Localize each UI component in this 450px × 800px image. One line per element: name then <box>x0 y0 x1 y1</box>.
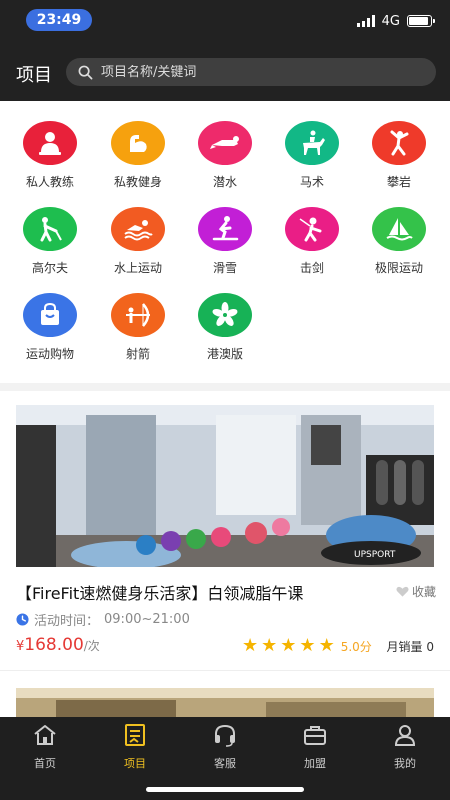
star-icon: ★ <box>242 635 259 656</box>
archery-icon <box>111 293 165 337</box>
category-water-sports[interactable]: 水上运动 <box>93 207 183 276</box>
category-label: 射箭 <box>125 347 150 361</box>
image-brand-text: UPSPORT <box>354 550 396 560</box>
category-golf[interactable]: 高尔夫 <box>5 207 95 276</box>
tab-label: 客服 <box>214 757 236 770</box>
join-icon <box>304 726 326 745</box>
diving-icon <box>198 121 252 165</box>
category-label: 极限运动 <box>374 261 423 275</box>
time-label: 活动时间： <box>34 613 100 629</box>
category-grid: 私人教练 私教健身 潜水 马术 攀岩 高尔夫 水上运动 滑雪 击剑 极限运动 运… <box>0 101 450 383</box>
climbing-icon <box>372 121 426 165</box>
home-icon <box>34 725 56 745</box>
tab-home[interactable]: 首页 <box>0 723 90 771</box>
golf-icon <box>23 207 77 251</box>
category-coach[interactable]: 私人教练 <box>5 121 95 190</box>
price: ¥168.00/次 <box>16 635 100 655</box>
category-fitness[interactable]: 私教健身 <box>93 121 183 190</box>
category-diving[interactable]: 潜水 <box>180 121 270 190</box>
section-divider <box>0 383 450 391</box>
tab-profile[interactable]: 我的 <box>360 723 450 771</box>
status-indicators: 4G <box>356 12 435 30</box>
category-label: 港澳版 <box>206 347 243 361</box>
tab-label: 加盟 <box>304 757 326 770</box>
category-label: 潜水 <box>212 175 237 189</box>
category-label: 马术 <box>299 175 324 189</box>
extreme-sports-icon <box>372 207 426 251</box>
status-time: 23:49 <box>26 9 92 31</box>
equestrian-icon <box>285 121 339 165</box>
category-label: 攀岩 <box>386 175 411 189</box>
heart-icon <box>396 586 409 597</box>
category-extreme-sports[interactable]: 极限运动 <box>354 207 444 276</box>
fencing-icon <box>285 207 339 251</box>
time-value: 09:00~21:00 <box>104 611 190 627</box>
star-icon: ★ <box>318 635 335 656</box>
course-image[interactable]: UPSPORT <box>16 405 434 567</box>
category-equestrian[interactable]: 马术 <box>267 121 357 190</box>
category-hk-macao[interactable]: 港澳版 <box>180 293 270 362</box>
skiing-icon <box>198 207 252 251</box>
category-fencing[interactable]: 击剑 <box>267 207 357 276</box>
search-bar[interactable] <box>66 58 436 86</box>
category-skiing[interactable]: 滑雪 <box>180 207 270 276</box>
shopping-icon <box>23 293 77 337</box>
course-title-row: 【FireFit速燃健身乐活家】白领减脂午课 收藏 <box>16 580 436 604</box>
category-archery[interactable]: 射箭 <box>93 293 183 362</box>
rating: ★ ★ ★ ★ ★ 5.0分 <box>242 637 372 655</box>
home-indicator[interactable] <box>146 787 304 792</box>
clock-icon <box>16 612 29 626</box>
category-label: 滑雪 <box>212 261 237 275</box>
favorite-label: 收藏 <box>411 585 436 599</box>
category-label: 私人教练 <box>25 175 74 189</box>
rating-score: 5.0分 <box>340 639 372 654</box>
course-card[interactable]: UPSPORT <box>16 405 434 567</box>
headset-icon <box>215 724 235 747</box>
favorite-button[interactable]: 收藏 <box>396 583 436 600</box>
card-separator <box>0 670 450 671</box>
star-icon: ★ <box>299 635 316 656</box>
search-input[interactable] <box>101 64 401 80</box>
category-label: 水上运动 <box>113 261 162 275</box>
page-title: 项目 <box>16 65 52 86</box>
hk-macao-icon <box>198 293 252 337</box>
battery-icon <box>407 15 435 27</box>
signal-icon <box>356 15 375 27</box>
tab-label: 我的 <box>394 757 416 770</box>
search-icon <box>78 65 93 79</box>
profile-icon <box>394 725 416 746</box>
course-title[interactable]: 【FireFit速燃健身乐活家】白领减脂午课 <box>16 580 303 604</box>
category-label: 击剑 <box>299 261 324 275</box>
monthly-sales: 月销量 0 <box>386 640 434 654</box>
tab-label: 首页 <box>34 757 56 770</box>
price-unit: /次 <box>83 639 100 653</box>
star-icon: ★ <box>280 635 297 656</box>
price-row: ¥168.00/次 ★ ★ ★ ★ ★ 5.0分 月销量 0 <box>16 635 436 659</box>
category-climbing[interactable]: 攀岩 <box>354 121 444 190</box>
status-bar: 23:49 4G <box>0 0 450 44</box>
category-shopping[interactable]: 运动购物 <box>5 293 95 362</box>
price-value: 168.00 <box>24 635 84 655</box>
tab-service[interactable]: 客服 <box>180 723 270 771</box>
header: 项目 <box>0 44 450 101</box>
category-label: 运动购物 <box>25 347 74 361</box>
network-type: 4G <box>381 13 400 29</box>
coach-icon <box>23 121 77 165</box>
tab-project[interactable]: 项目 <box>90 723 180 771</box>
category-label: 高尔夫 <box>31 261 68 275</box>
activity-time: 活动时间： 09:00~21:00 <box>16 610 190 629</box>
tab-label: 项目 <box>124 757 146 770</box>
category-label: 私教健身 <box>113 175 162 189</box>
tab-join[interactable]: 加盟 <box>270 723 360 771</box>
project-icon <box>125 724 145 746</box>
fitness-icon <box>111 121 165 165</box>
star-icon: ★ <box>261 635 278 656</box>
water-sports-icon <box>111 207 165 251</box>
